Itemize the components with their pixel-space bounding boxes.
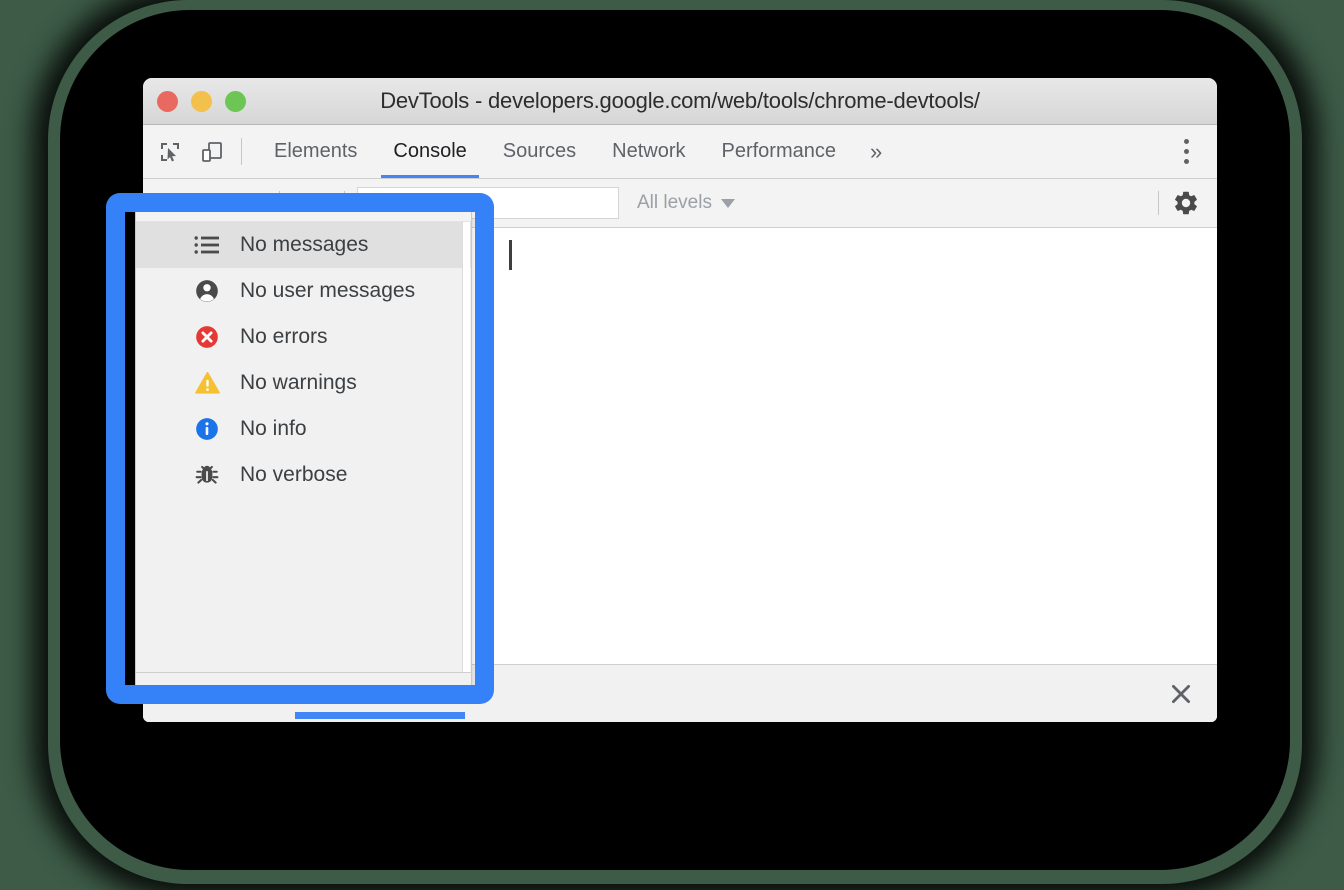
menu-item-no-warnings-label: No warnings (240, 371, 357, 394)
tab-sources[interactable]: Sources (485, 125, 594, 178)
tab-console-label: Console (393, 140, 467, 162)
menu-item-no-user-messages[interactable]: No user messages (136, 268, 471, 314)
tabbar-icon-group (143, 125, 227, 178)
tab-network[interactable]: Network (594, 125, 703, 178)
console-prompt-caret (509, 240, 512, 270)
levels-select-label: All levels (637, 192, 712, 213)
dropdown-scrollbar[interactable] (462, 222, 470, 672)
tab-performance-label: Performance (721, 140, 837, 162)
levels-select[interactable]: All levels (637, 192, 735, 214)
close-icon[interactable] (1157, 670, 1205, 718)
error-icon (192, 324, 222, 350)
levels-dropdown-menu: No messages No user messages No errors N… (135, 206, 472, 689)
menu-item-no-errors-label: No errors (240, 325, 328, 348)
device-toolbar-icon[interactable] (197, 137, 227, 167)
menu-item-no-info-label: No info (240, 417, 307, 440)
warning-icon (192, 370, 222, 396)
window-title: DevTools - developers.google.com/web/too… (380, 88, 980, 113)
tabbar-right-group (1140, 125, 1217, 178)
menu-item-no-messages-label: No messages (240, 233, 369, 256)
more-vertical-icon[interactable] (1169, 139, 1203, 164)
menu-item-no-errors[interactable]: No errors (136, 314, 471, 360)
bug-icon (192, 462, 222, 488)
menu-item-no-verbose[interactable]: No verbose (136, 452, 471, 498)
tabbar-divider (241, 138, 242, 165)
chevron-down-icon (720, 198, 735, 208)
menu-item-no-user-messages-label: No user messages (240, 279, 416, 302)
gear-icon[interactable] (1171, 188, 1201, 218)
more-tabs-label: » (870, 138, 883, 164)
menu-item-no-warnings[interactable]: No warnings (136, 360, 471, 406)
titlebar: DevTools - developers.google.com/web/too… (143, 78, 1217, 125)
more-tabs-button[interactable]: » (854, 125, 898, 178)
person-icon (192, 278, 222, 304)
inspect-element-icon[interactable] (155, 137, 185, 167)
traffic-lights (157, 78, 246, 124)
tab-list: Elements Console Sources Network Perform… (256, 125, 898, 178)
dropdown-footer (136, 672, 471, 688)
tab-console[interactable]: Console (375, 125, 484, 178)
tab-elements[interactable]: Elements (256, 125, 375, 178)
menu-item-no-verbose-label: No verbose (240, 463, 348, 486)
menu-item-no-info[interactable]: No info (136, 406, 471, 452)
maximize-window-button[interactable] (225, 90, 246, 112)
toolbar-divider-3 (1158, 191, 1159, 215)
console-toolbar-right (1146, 188, 1217, 218)
close-window-button[interactable] (157, 90, 178, 112)
bottom-progress-bar (295, 712, 465, 719)
dropdown-top-strip (136, 207, 471, 222)
tab-performance[interactable]: Performance (704, 125, 855, 178)
minimize-window-button[interactable] (191, 90, 212, 112)
menu-item-no-messages[interactable]: No messages (136, 222, 471, 268)
info-icon (192, 416, 222, 442)
devtools-tabbar: Elements Console Sources Network Perform… (143, 125, 1217, 179)
list-icon (192, 235, 222, 255)
tab-network-label: Network (612, 140, 686, 162)
tab-sources-label: Sources (502, 140, 577, 162)
tab-elements-label: Elements (274, 140, 358, 162)
